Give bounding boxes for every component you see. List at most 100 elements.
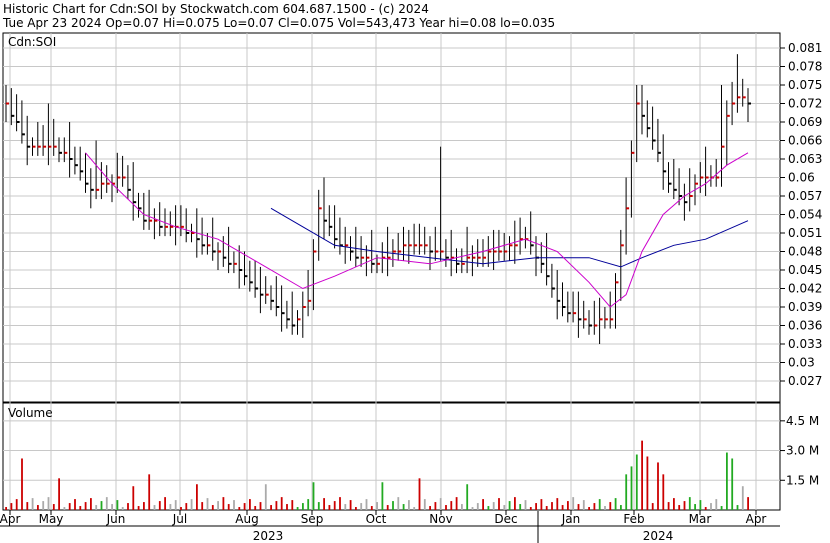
volume-bar bbox=[651, 503, 654, 510]
volume-bar bbox=[635, 454, 638, 510]
volume-bar bbox=[143, 502, 145, 510]
volume-bar bbox=[641, 440, 643, 510]
volume-bar bbox=[423, 499, 426, 510]
volume-bar bbox=[127, 503, 129, 510]
volume-bar bbox=[402, 504, 405, 510]
y-tick-label: 0.039 bbox=[788, 300, 822, 314]
volume-bar bbox=[413, 507, 416, 510]
volume-bar bbox=[678, 505, 681, 510]
y-tick-label: 0.069 bbox=[788, 115, 822, 129]
volume-bar bbox=[270, 505, 272, 510]
volume-bar bbox=[688, 497, 691, 510]
y-tick-label: 0.072 bbox=[788, 97, 822, 111]
volume-bar bbox=[286, 504, 288, 510]
volume-bar bbox=[137, 506, 140, 510]
y-tick-label: 0.03 bbox=[788, 356, 815, 370]
volume-bar bbox=[577, 504, 580, 510]
volume-bar bbox=[317, 502, 320, 510]
month-label: May bbox=[39, 512, 64, 526]
volume-bar bbox=[519, 504, 522, 510]
y-tick-label: 0.066 bbox=[788, 134, 822, 148]
volume-bar bbox=[121, 507, 124, 510]
volume-bar bbox=[461, 504, 463, 510]
volume-bar bbox=[662, 474, 665, 510]
volume-bar bbox=[349, 500, 352, 510]
month-label: Oct bbox=[366, 512, 387, 526]
volume-bar bbox=[275, 501, 278, 510]
volume-bar bbox=[392, 501, 394, 510]
volume-bar bbox=[604, 506, 606, 510]
volume-bar bbox=[164, 497, 166, 510]
volume-bar bbox=[196, 484, 198, 510]
volume-bar bbox=[355, 507, 357, 510]
y-tick-label: 0.054 bbox=[788, 208, 822, 222]
volume-bar bbox=[254, 506, 257, 510]
x-axis-months: Apr May Jun Jul Aug Sep Oct Nov Dec Jan Feb Mar Apr bbox=[0, 510, 766, 526]
volume-bar bbox=[333, 501, 336, 510]
volume-tick-label: 4.5 M bbox=[786, 414, 819, 428]
volume-bar bbox=[667, 502, 670, 510]
volume-bar bbox=[630, 466, 633, 510]
year-label-2023: 2023 bbox=[253, 529, 284, 543]
volume-bar bbox=[551, 502, 553, 510]
y-tick-label: 0.075 bbox=[788, 78, 822, 92]
volume-bar bbox=[545, 506, 548, 510]
volume-bar bbox=[21, 458, 23, 510]
volume-bar bbox=[408, 500, 410, 510]
volume-bar bbox=[524, 500, 527, 510]
volume-bar bbox=[498, 498, 500, 510]
volume-bar bbox=[201, 502, 204, 510]
volume-bar bbox=[720, 506, 723, 510]
volume-bar bbox=[598, 499, 601, 510]
volume-bar bbox=[731, 458, 734, 510]
volume-bar bbox=[63, 507, 66, 510]
volume-bar bbox=[567, 501, 569, 510]
volume-bar bbox=[323, 498, 325, 510]
volume-bar bbox=[84, 502, 87, 510]
volume-bar bbox=[556, 498, 559, 510]
volume-bar bbox=[370, 506, 373, 510]
volume-bar bbox=[561, 505, 564, 510]
stock-chart: 0.081 0.078 0.075 0.072 0.069 0.066 0.063 0.06 0… bbox=[0, 32, 822, 543]
volume-bar bbox=[699, 500, 702, 510]
volume-bar bbox=[736, 505, 739, 510]
volume-bar bbox=[37, 505, 39, 510]
volume-bar bbox=[614, 498, 617, 510]
month-label: Jan bbox=[561, 512, 581, 526]
volume-bar bbox=[302, 503, 304, 510]
volume-bar bbox=[683, 501, 686, 510]
volume-bar bbox=[132, 486, 135, 510]
y-tick-label: 0.081 bbox=[788, 41, 822, 55]
volume-bar bbox=[609, 502, 612, 510]
volume-bar bbox=[620, 505, 622, 510]
volume-bar bbox=[450, 501, 453, 510]
volume-bar bbox=[95, 505, 98, 510]
volume-bar bbox=[185, 503, 188, 510]
volume-bar bbox=[190, 499, 193, 510]
volume-bar bbox=[90, 498, 92, 510]
volume-bar bbox=[227, 504, 230, 510]
volume-tick-label: 1.5 M bbox=[786, 473, 819, 487]
volume-bar bbox=[625, 474, 628, 510]
volume-bar bbox=[588, 507, 590, 510]
volume-bar bbox=[429, 506, 431, 510]
volume-bar bbox=[466, 484, 469, 510]
volume-bar bbox=[15, 499, 18, 510]
volume-bar bbox=[249, 499, 251, 510]
volume-bar bbox=[52, 504, 55, 510]
volume-axis-ticks: 4.5 M 3.0 M 1.5 M bbox=[780, 414, 819, 487]
volume-bar bbox=[280, 497, 283, 510]
symbol-label: Cdn:SOI bbox=[8, 35, 56, 49]
price-panel bbox=[2, 32, 781, 403]
volume-bar bbox=[222, 497, 225, 510]
volume-bar bbox=[715, 499, 718, 510]
month-label: Aug bbox=[235, 512, 258, 526]
volume-bar bbox=[296, 507, 299, 510]
volume-bar bbox=[418, 478, 421, 510]
volume-bar bbox=[381, 482, 384, 510]
volume-bar bbox=[657, 462, 659, 510]
month-label: Apr bbox=[746, 512, 767, 526]
volume-bar bbox=[42, 501, 45, 510]
volume-bar bbox=[26, 502, 29, 510]
volume-bar bbox=[582, 500, 585, 510]
